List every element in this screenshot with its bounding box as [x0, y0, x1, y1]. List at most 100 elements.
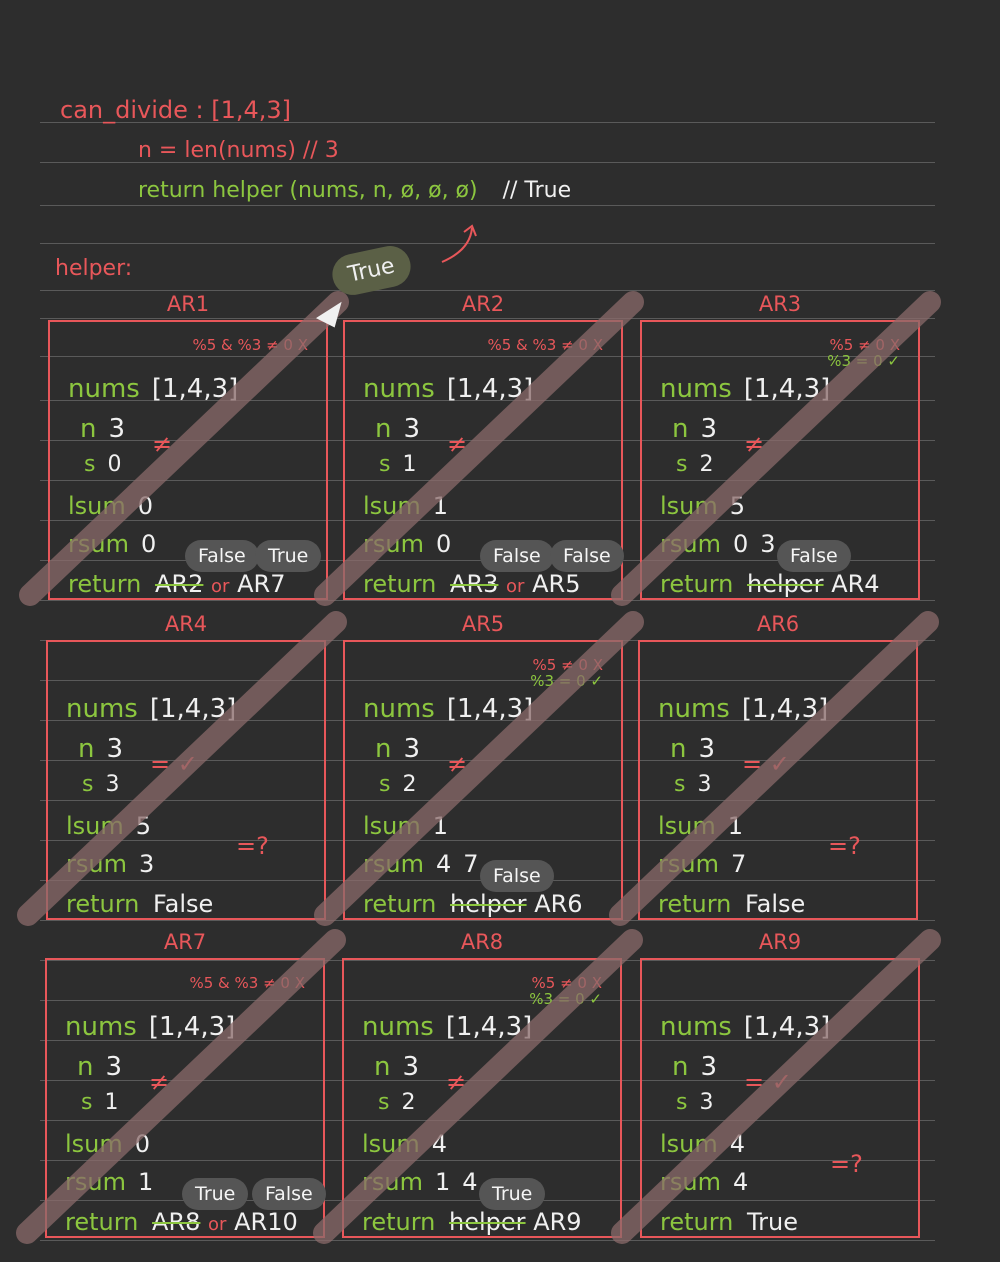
s-value: 2: [402, 772, 417, 797]
nums-label: nums: [68, 374, 140, 404]
panel-title: AR7: [163, 930, 207, 954]
panel-title: AR5: [461, 612, 505, 636]
result-pill-1: False: [480, 540, 554, 572]
header-line-2: n = len(nums) // 3: [138, 138, 339, 163]
return-call-b: AR10: [234, 1208, 298, 1236]
rsum-value: 0: [140, 530, 157, 558]
s-label: s: [378, 1090, 390, 1115]
return-label: return: [363, 570, 437, 598]
s-label: s: [84, 452, 96, 477]
nums-value: [1,4,3]: [149, 694, 237, 724]
ruled-line: [40, 1240, 935, 1241]
s-value: 3: [105, 772, 120, 797]
ruled-line: [40, 600, 935, 601]
activation-record-6: AR6 nums [1,4,3] n3 s3 = ✓ lsum 1 rsum 7 re…: [638, 612, 918, 920]
equality-question: =?: [828, 832, 861, 860]
result-pill-1: True: [479, 1178, 546, 1210]
lsum-label: lsum: [660, 1130, 718, 1158]
mod-check-note-2: %3 = 0 ✓: [529, 990, 602, 1008]
mod-check-note: %5 & %3 ≠ 0 X: [189, 974, 305, 992]
lsum-label: lsum: [363, 492, 421, 520]
n-label: n: [375, 414, 392, 444]
nums-value: [1,4,3]: [743, 374, 831, 404]
n-value: 3: [403, 734, 421, 764]
result-pill-2: False: [550, 540, 624, 572]
return-call-a: AR2: [155, 570, 204, 598]
activation-record-8: AR8 %5 ≠ 0 X %3 = 0 ✓ nums [1,4,3] n3 s2 …: [342, 930, 622, 1238]
return-call-b: True: [747, 1208, 799, 1236]
return-label: return: [65, 1208, 139, 1236]
n-label: n: [78, 734, 95, 764]
comparison-mark: = ✓: [742, 750, 790, 778]
panel-title: AR4: [164, 612, 208, 636]
s-value: 2: [401, 1090, 416, 1115]
rsum-value: 1: [434, 1168, 451, 1196]
ruled-line: [40, 290, 935, 291]
s-value: 0: [107, 452, 122, 477]
lsum-value: 5: [135, 812, 152, 840]
nums-value: [1,4,3]: [445, 1012, 533, 1042]
return-or: or: [211, 576, 230, 597]
rsum-value: 1: [137, 1168, 154, 1196]
rsum-value: 0: [732, 530, 749, 558]
s-value: 1: [104, 1090, 119, 1115]
comparison-mark: ≠: [149, 1068, 170, 1096]
panel-title: AR3: [758, 292, 802, 316]
s-label: s: [379, 452, 391, 477]
nums-label: nums: [660, 374, 732, 404]
nums-label: nums: [363, 374, 435, 404]
return-label: return: [660, 570, 734, 598]
return-call-b: AR4: [831, 570, 880, 598]
s-label: s: [379, 772, 391, 797]
n-label: n: [374, 1052, 391, 1082]
rsum-new-value: 4: [462, 1168, 478, 1196]
lsum-label: lsum: [65, 1130, 123, 1158]
rsum-value: 0: [435, 530, 452, 558]
n-value: 3: [403, 414, 421, 444]
s-value: 3: [697, 772, 712, 797]
rsum-label: rsum: [68, 530, 129, 558]
lsum-value: 0: [134, 1130, 151, 1158]
lsum-value: 4: [431, 1130, 448, 1158]
return-arrow-icon: [441, 227, 473, 263]
activation-record-5: AR5 %5 ≠ 0 X %3 = 0 ✓ nums [1,4,3] n3 s2 …: [343, 612, 623, 920]
activation-record-9: AR9 nums [1,4,3] n3 s3 = ✓ lsum 4 rsum 4 re…: [640, 930, 920, 1238]
comparison-mark: ≠: [447, 430, 468, 458]
n-label: n: [77, 1052, 94, 1082]
activation-record-7: AR7 %5 & %3 ≠ 0 X nums [1,4,3] n3 s1 ≠ ls…: [45, 930, 326, 1238]
return-call-a: AR8: [152, 1208, 201, 1236]
nums-value: [1,4,3]: [741, 694, 829, 724]
rsum-label: rsum: [363, 530, 424, 558]
helper-label: helper:: [55, 256, 133, 281]
n-label: n: [80, 414, 97, 444]
n-value: 3: [108, 414, 126, 444]
activation-record-3: AR3 %5 ≠ 0 X %3 = 0 ✓ nums [1,4,3] n3 s2 …: [640, 292, 920, 600]
n-label: n: [672, 414, 689, 444]
nums-label: nums: [66, 694, 138, 724]
return-call-a: helper: [449, 1208, 526, 1236]
s-value: 1: [402, 452, 417, 477]
header-line-1: can_divide : [1,4,3]: [60, 96, 292, 124]
nums-label: nums: [658, 694, 730, 724]
comparison-mark: = ✓: [744, 1068, 792, 1096]
result-pill-1: False: [185, 540, 259, 572]
rsum-label: rsum: [362, 1168, 423, 1196]
n-value: 3: [698, 734, 716, 764]
return-call-b: AR5: [532, 570, 581, 598]
nums-value: [1,4,3]: [151, 374, 239, 404]
nums-value: [1,4,3]: [446, 694, 534, 724]
result-pill-1: True: [182, 1178, 249, 1210]
ruled-line: [40, 318, 935, 319]
header-line-3: return helper (nums, n, ø, ø, ø) // True: [138, 180, 571, 202]
return-label: return: [68, 570, 142, 598]
nums-label: nums: [660, 1012, 732, 1042]
lsum-value: 1: [432, 492, 449, 520]
activation-record-2: AR2 %5 & %3 ≠ 0 X nums [1,4,3] n3 s1 ≠ ls…: [343, 292, 624, 600]
panel-title: AR8: [460, 930, 504, 954]
return-call-b: AR9: [533, 1208, 582, 1236]
n-label: n: [670, 734, 687, 764]
rsum-value: 4: [435, 850, 452, 878]
lsum-label: lsum: [658, 812, 716, 840]
mod-check-note: %5 & %3 ≠ 0 X: [192, 336, 308, 354]
return-call-a: helper: [450, 890, 527, 918]
